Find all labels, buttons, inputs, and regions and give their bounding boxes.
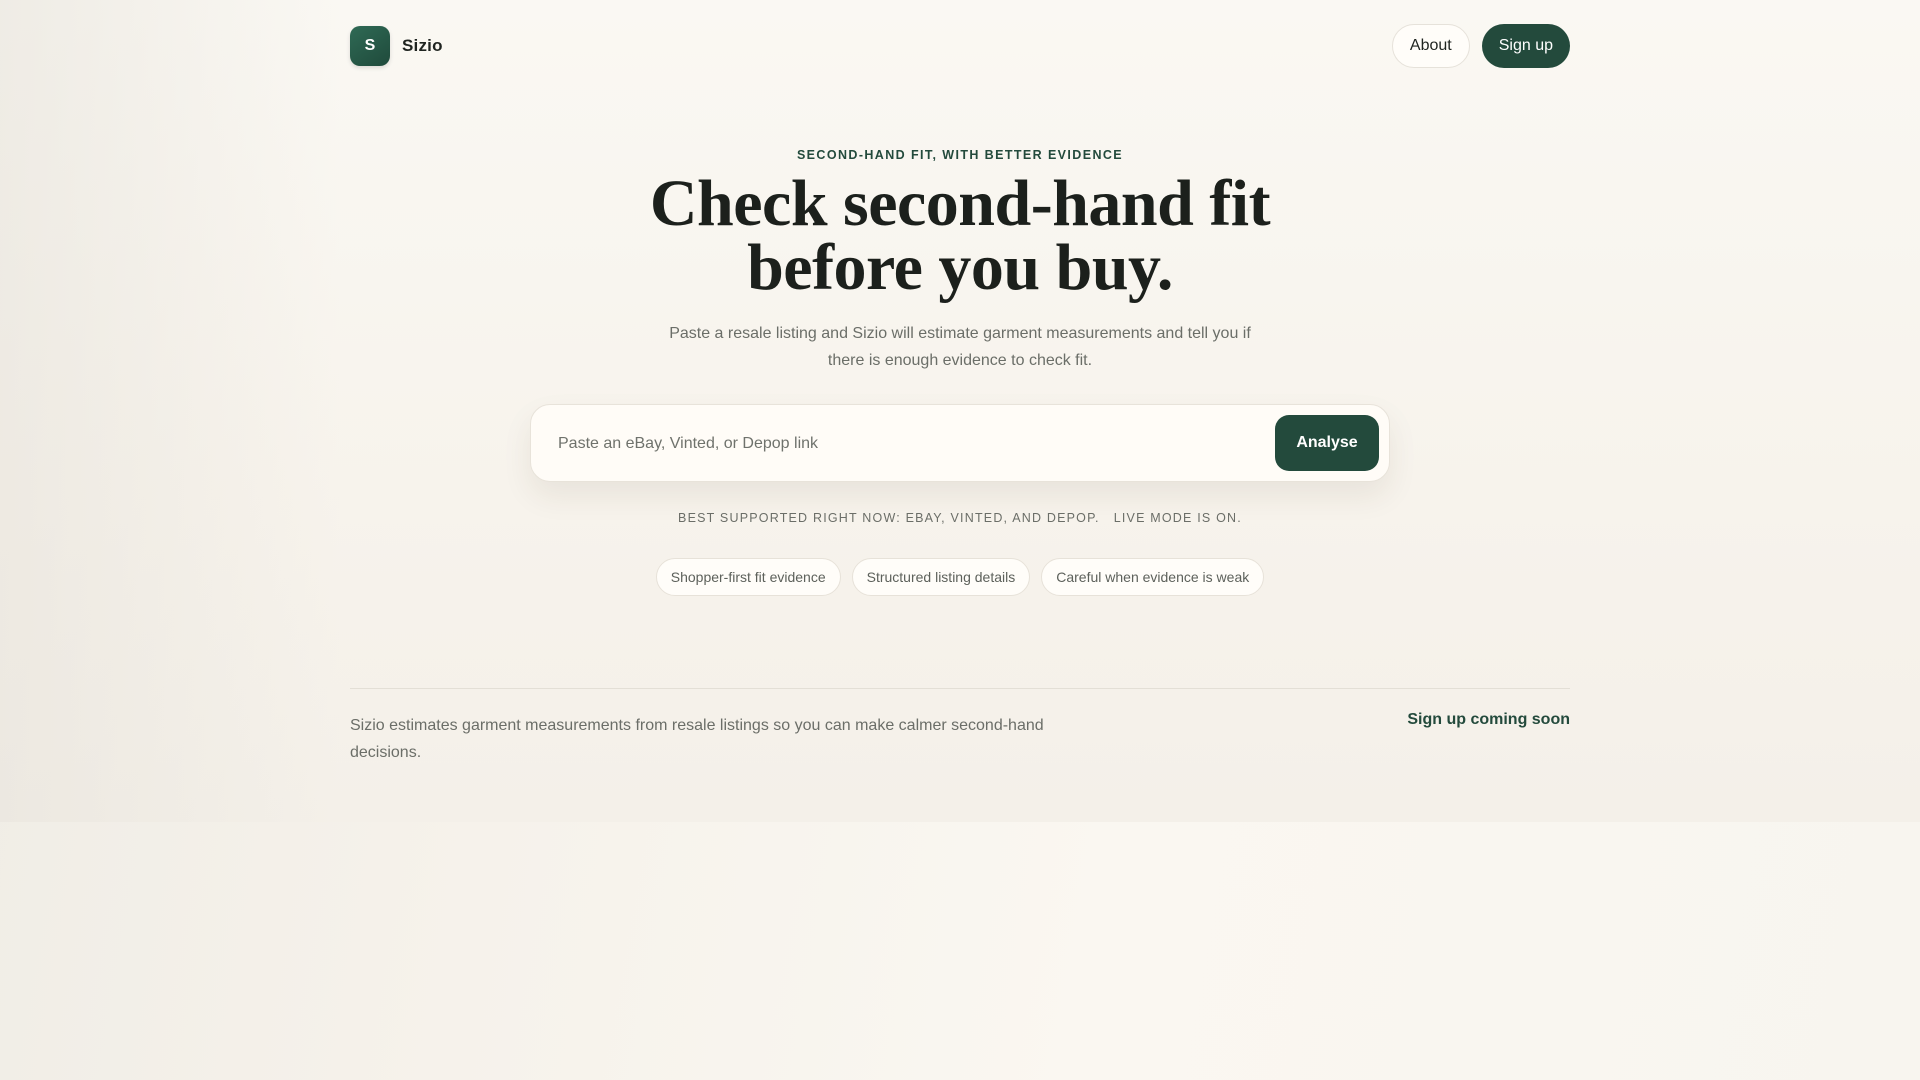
listing-search-box: Analyse xyxy=(530,404,1390,482)
headline-line-1: Check second-hand fit xyxy=(649,167,1271,240)
content-container: S Sizio About Sign up SECOND-HAND FIT, W… xyxy=(350,0,1570,822)
supported-platforms-text: BEST SUPPORTED RIGHT NOW: EBAY, VINTED, … xyxy=(678,511,1100,525)
feature-pills: Shopper-first fit evidence Structured li… xyxy=(350,558,1570,596)
feature-pill: Shopper-first fit evidence xyxy=(655,558,841,596)
hero-headline: Check second-hand fit before you buy. xyxy=(350,171,1570,301)
live-mode-status: LIVE MODE IS ON. xyxy=(1113,511,1242,525)
analyse-button[interactable]: Analyse xyxy=(1275,415,1379,471)
listing-url-input[interactable] xyxy=(558,427,1238,461)
about-button[interactable]: About xyxy=(1391,24,1470,68)
feature-pill: Careful when evidence is weak xyxy=(1041,558,1265,596)
brand-name: Sizio xyxy=(402,36,443,55)
brand-logo: S xyxy=(350,26,390,66)
hero-subtext: Paste a resale listing and Sizio will es… xyxy=(669,325,1251,369)
feature-pill: Structured listing details xyxy=(851,558,1031,596)
footer-divider xyxy=(350,688,1570,689)
sign-up-coming-soon: Sign up coming soon xyxy=(1407,711,1570,728)
headline-line-2: before you buy. xyxy=(747,231,1173,304)
top-nav: About Sign up xyxy=(1391,24,1570,68)
footer-description: Sizio estimates garment measurements fro… xyxy=(350,717,1044,761)
supported-platforms-note: BEST SUPPORTED RIGHT NOW: EBAY, VINTED, … xyxy=(350,511,1570,525)
sign-up-button[interactable]: Sign up xyxy=(1481,24,1570,68)
brand[interactable]: S Sizio xyxy=(350,26,443,66)
hero-eyebrow: SECOND-HAND FIT, WITH BETTER EVIDENCE xyxy=(796,148,1124,162)
